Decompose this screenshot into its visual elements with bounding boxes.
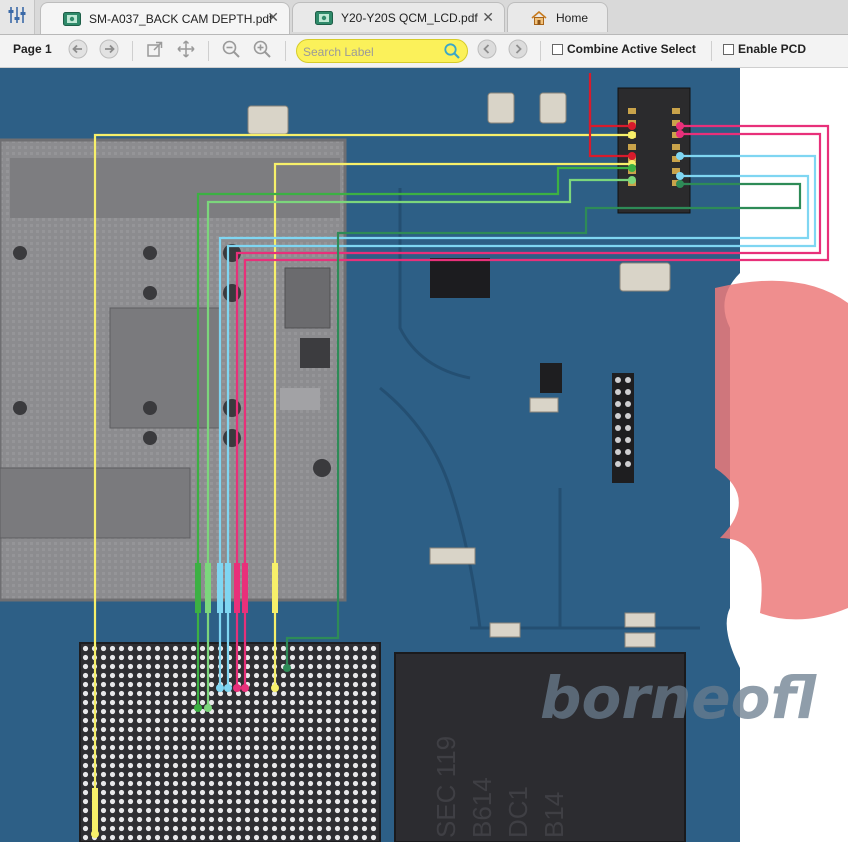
- pcb-board-view[interactable]: SEC 119 B614 DC1 B14 borneofl: [0, 68, 848, 842]
- sliders-icon: [7, 5, 27, 30]
- back-button[interactable]: [66, 39, 90, 63]
- close-icon[interactable]: ✕: [482, 9, 494, 26]
- share-button[interactable]: [143, 39, 167, 63]
- search-box: [296, 39, 468, 63]
- move-icon: [176, 39, 196, 64]
- svg-text:B614: B614: [467, 777, 497, 838]
- tab-label: Y20-Y20S QCM_LCD.pdf: [341, 10, 478, 25]
- home-icon: [530, 10, 548, 25]
- combine-active-select-checkbox[interactable]: [552, 44, 563, 55]
- prev-result-button[interactable]: [476, 39, 498, 63]
- toolbar-divider: [711, 41, 712, 61]
- toolbar: Page 1 Combine Active Select Enable PCD: [0, 35, 848, 68]
- enable-pcd-label: Enable PCD: [738, 42, 807, 56]
- move-button[interactable]: [174, 39, 198, 63]
- soc-bga: [79, 642, 381, 842]
- pcb-file-icon: [63, 11, 81, 26]
- arrow-right-icon: [99, 39, 119, 64]
- next-result-button[interactable]: [507, 39, 529, 63]
- pcb-file-icon: [315, 10, 333, 25]
- forward-button[interactable]: [97, 39, 121, 63]
- tab-home[interactable]: Home: [507, 2, 608, 32]
- tab-label: Home: [556, 10, 589, 25]
- tab-label: SM-A037_BACK CAM DEPTH.pdf: [89, 11, 273, 26]
- tab-y20-y20s[interactable]: Y20-Y20S QCM_LCD.pdf ✕: [292, 2, 505, 32]
- camera-connector: [617, 87, 691, 214]
- arrow-left-icon: [68, 39, 88, 64]
- toolbar-divider: [540, 41, 541, 61]
- watermark-text: borneofl: [540, 664, 817, 732]
- search-icon[interactable]: [443, 42, 461, 65]
- zoom-in-button[interactable]: [250, 39, 274, 63]
- tab-sm-a037[interactable]: SM-A037_BACK CAM DEPTH.pdf ✕: [40, 2, 290, 34]
- share-icon: [145, 39, 165, 64]
- svg-text:B14: B14: [539, 792, 569, 838]
- close-icon[interactable]: ✕: [267, 9, 279, 26]
- chevron-right-icon: [508, 39, 528, 64]
- zoom-out-icon: [221, 39, 241, 64]
- toolbar-divider: [208, 41, 209, 61]
- menu-button[interactable]: [0, 0, 35, 34]
- svg-text:SEC 119: SEC 119: [431, 736, 461, 838]
- tab-bar: SM-A037_BACK CAM DEPTH.pdf ✕ Y20-Y20S QC…: [0, 0, 848, 35]
- zoom-out-button[interactable]: [219, 39, 243, 63]
- combine-active-select-label: Combine Active Select: [567, 42, 696, 56]
- toolbar-divider: [132, 41, 133, 61]
- toolbar-divider: [285, 41, 286, 61]
- zoom-in-icon: [252, 39, 272, 64]
- enable-pcd-checkbox[interactable]: [723, 44, 734, 55]
- pcb-canvas: SEC 119 B614 DC1 B14 borneofl: [0, 68, 848, 842]
- svg-text:DC1: DC1: [503, 786, 533, 838]
- page-indicator: Page 1: [13, 42, 52, 56]
- chevron-left-icon: [477, 39, 497, 64]
- search-input[interactable]: [301, 42, 445, 62]
